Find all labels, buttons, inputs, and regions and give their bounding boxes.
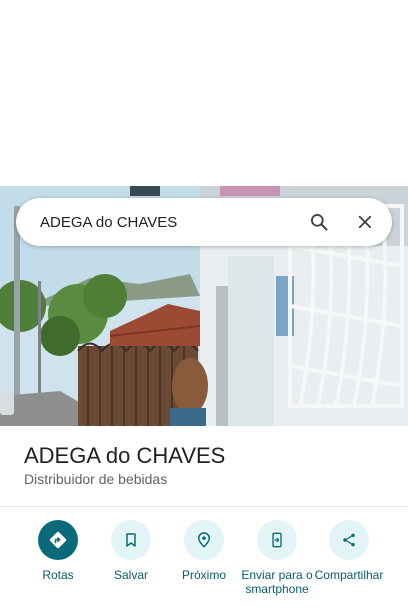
place-details-screen: ADEGA do CHAVES ADEGA do CHAVES Distribu… xyxy=(0,0,408,612)
send-to-phone-icon xyxy=(257,520,297,560)
nearby-button[interactable]: Próximo xyxy=(167,520,241,582)
bookmark-icon xyxy=(111,520,151,560)
close-icon[interactable] xyxy=(352,209,378,235)
send-to-phone-button[interactable]: Enviar para o smartphone xyxy=(240,520,314,596)
blank-area xyxy=(0,0,408,186)
place-category: Distribuidor de bebidas xyxy=(24,471,168,487)
directions-icon xyxy=(38,520,78,560)
divider xyxy=(0,506,408,507)
place-title: ADEGA do CHAVES xyxy=(24,443,226,468)
save-label: Salvar xyxy=(113,568,148,582)
directions-label: Rotas xyxy=(42,568,74,582)
save-button[interactable]: Salvar xyxy=(94,520,168,582)
action-bar: Rotas Salvar Próximo Enviar para o smart… xyxy=(0,520,408,612)
share-label: Compartilhar xyxy=(314,568,384,582)
share-button[interactable]: Compartilhar xyxy=(312,520,386,582)
nearby-label: Próximo xyxy=(181,568,226,582)
place-info: ADEGA do CHAVES Distribuidor de bebidas xyxy=(24,442,394,488)
share-icon xyxy=(329,520,369,560)
nearby-icon xyxy=(184,520,224,560)
search-icon[interactable] xyxy=(306,209,332,235)
search-bar[interactable]: ADEGA do CHAVES xyxy=(16,198,392,246)
search-input[interactable]: ADEGA do CHAVES xyxy=(40,214,286,231)
directions-button[interactable]: Rotas xyxy=(21,520,95,582)
send-to-phone-label: Enviar para o smartphone xyxy=(241,568,313,596)
